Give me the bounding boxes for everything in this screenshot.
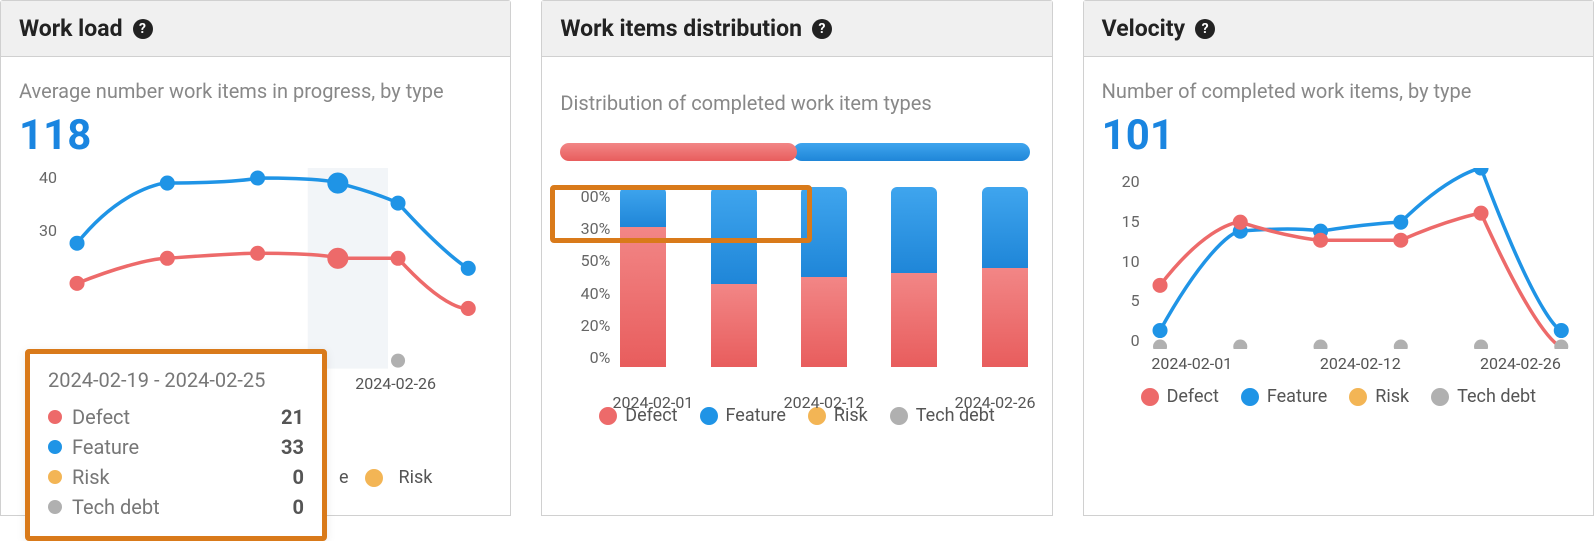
legend-label: Feature	[726, 405, 786, 426]
card-workload: Work load ? Average number work items in…	[0, 0, 511, 516]
x-tick: 2024-02-01	[613, 393, 694, 412]
tooltip-value: 21	[281, 405, 304, 429]
legend: Defect Feature Risk Tech debt	[1102, 386, 1575, 407]
tooltip-label: Defect	[72, 405, 130, 429]
bars	[620, 187, 1027, 367]
card-velocity: Velocity ? Number of completed work item…	[1083, 0, 1594, 516]
metric-workload: 118	[19, 111, 492, 160]
card-title-workload: Work load	[19, 15, 123, 42]
legend-partial: e Risk	[339, 467, 432, 488]
legend-label: Risk	[399, 467, 433, 488]
y-axis: 20 15 10 5 0	[1102, 172, 1146, 350]
legend-item-defect[interactable]: Defect	[1141, 386, 1219, 407]
stacked-bar[interactable]	[801, 187, 847, 367]
card-header-distribution: Work items distribution ?	[542, 1, 1051, 57]
legend-dot-risk	[365, 469, 383, 487]
card-header-workload: Work load ?	[1, 1, 510, 57]
y-tick: 30	[39, 221, 57, 240]
legend-dot-icon	[1141, 388, 1159, 406]
y-tick: 10	[1122, 252, 1140, 271]
y-axis: 40 30	[19, 168, 63, 358]
tooltip-label: Risk	[72, 465, 110, 489]
dot-icon	[48, 410, 62, 424]
y-tick: 40%	[581, 284, 611, 303]
legend-label: Defect	[1167, 386, 1219, 407]
tooltip-row-techdebt: Tech debt 0	[48, 492, 304, 522]
dot-icon	[48, 470, 62, 484]
tooltip-value: 0	[293, 495, 304, 519]
tooltip-title: 2024-02-19 - 2024-02-25	[48, 368, 304, 392]
metric-velocity: 101	[1102, 111, 1575, 160]
legend-dot-icon	[1349, 388, 1367, 406]
tooltip-row-feature: Feature 33	[48, 432, 304, 462]
y-tick: 30%	[581, 219, 611, 238]
y-tick: 0%	[590, 348, 611, 367]
tooltip-workload: 2024-02-19 - 2024-02-25 Defect 21 Featur…	[25, 349, 327, 541]
card-header-velocity: Velocity ?	[1084, 1, 1593, 57]
y-tick: 00%	[581, 187, 611, 206]
tooltip-label: Feature	[72, 435, 139, 459]
card-body-distribution: Distribution of completed work item type…	[542, 57, 1051, 515]
line-plot-workload	[67, 168, 488, 369]
y-tick: 50%	[581, 251, 611, 270]
y-tick: 20	[1122, 172, 1140, 191]
card-body-workload: Average number work items in progress, b…	[1, 57, 510, 515]
legend-dot-icon	[890, 407, 908, 425]
y-tick: 20%	[581, 316, 611, 335]
card-title-distribution: Work items distribution	[560, 15, 802, 42]
overall-distribution-bar	[560, 135, 1033, 169]
card-distribution: Work items distribution ? Distribution o…	[541, 0, 1052, 516]
legend-label: Feature	[1267, 386, 1327, 407]
bar-segment-defect[interactable]	[560, 143, 797, 161]
tooltip-row-defect: Defect 21	[48, 402, 304, 432]
dot-icon	[48, 500, 62, 514]
x-tick: 2024-02-12	[1320, 354, 1401, 373]
tooltip-label: Tech debt	[72, 495, 160, 519]
legend-dot-icon	[700, 407, 718, 425]
legend-item-feature[interactable]: Feature	[1241, 386, 1327, 407]
legend-fragment: e	[339, 467, 349, 488]
y-tick: 15	[1122, 212, 1140, 231]
subtitle-workload: Average number work items in progress, b…	[19, 79, 492, 103]
y-tick: 5	[1131, 291, 1140, 310]
stacked-bar[interactable]	[711, 187, 757, 367]
y-axis: 00% 30% 50% 40% 20% 0%	[560, 187, 616, 367]
legend-dot-icon	[1241, 388, 1259, 406]
tooltip-value: 33	[281, 435, 304, 459]
tooltip-value: 0	[293, 465, 304, 489]
x-axis: 2024-02-01 2024-02-12 2024-02-26	[1150, 354, 1571, 378]
bar-segment-feature[interactable]	[793, 143, 1030, 161]
legend-label: Risk	[1375, 386, 1409, 407]
x-tick: 2024-02-12	[784, 393, 865, 412]
stacked-bar[interactable]	[620, 187, 666, 367]
stacked-bar[interactable]	[982, 187, 1028, 367]
x-tick: 2024-02-26	[1480, 354, 1561, 373]
legend-item-risk[interactable]: Risk	[1349, 386, 1409, 407]
subtitle-distribution: Distribution of completed work item type…	[560, 91, 1033, 115]
help-icon[interactable]: ?	[1195, 19, 1215, 39]
legend-item-feature[interactable]: Feature	[700, 405, 786, 426]
x-tick: 2024-02-01	[1151, 354, 1232, 373]
stacked-bar[interactable]	[891, 187, 937, 367]
tooltip-row-risk: Risk 0	[48, 462, 304, 492]
x-tick: 2024-02-26	[355, 374, 436, 393]
x-tick: 2024-02-26	[955, 393, 1036, 412]
chart-velocity: 20 15 10 5 0	[1102, 168, 1575, 378]
subtitle-velocity: Number of completed work items, by type	[1102, 79, 1575, 103]
stacked-bar-chart: 00% 30% 50% 40% 20% 0% 2024-02-01 2024-0…	[560, 187, 1033, 397]
card-body-velocity: Number of completed work items, by type …	[1084, 57, 1593, 515]
help-icon[interactable]: ?	[812, 19, 832, 39]
line-plot-velocity	[1150, 168, 1571, 349]
help-icon[interactable]: ?	[133, 19, 153, 39]
legend-dot-icon	[1431, 388, 1449, 406]
card-title-velocity: Velocity	[1102, 15, 1185, 42]
legend-label: Tech debt	[1457, 386, 1536, 407]
y-tick: 40	[39, 168, 57, 187]
legend-item-techdebt[interactable]: Tech debt	[1431, 386, 1536, 407]
y-tick: 0	[1131, 331, 1140, 350]
dot-icon	[48, 440, 62, 454]
